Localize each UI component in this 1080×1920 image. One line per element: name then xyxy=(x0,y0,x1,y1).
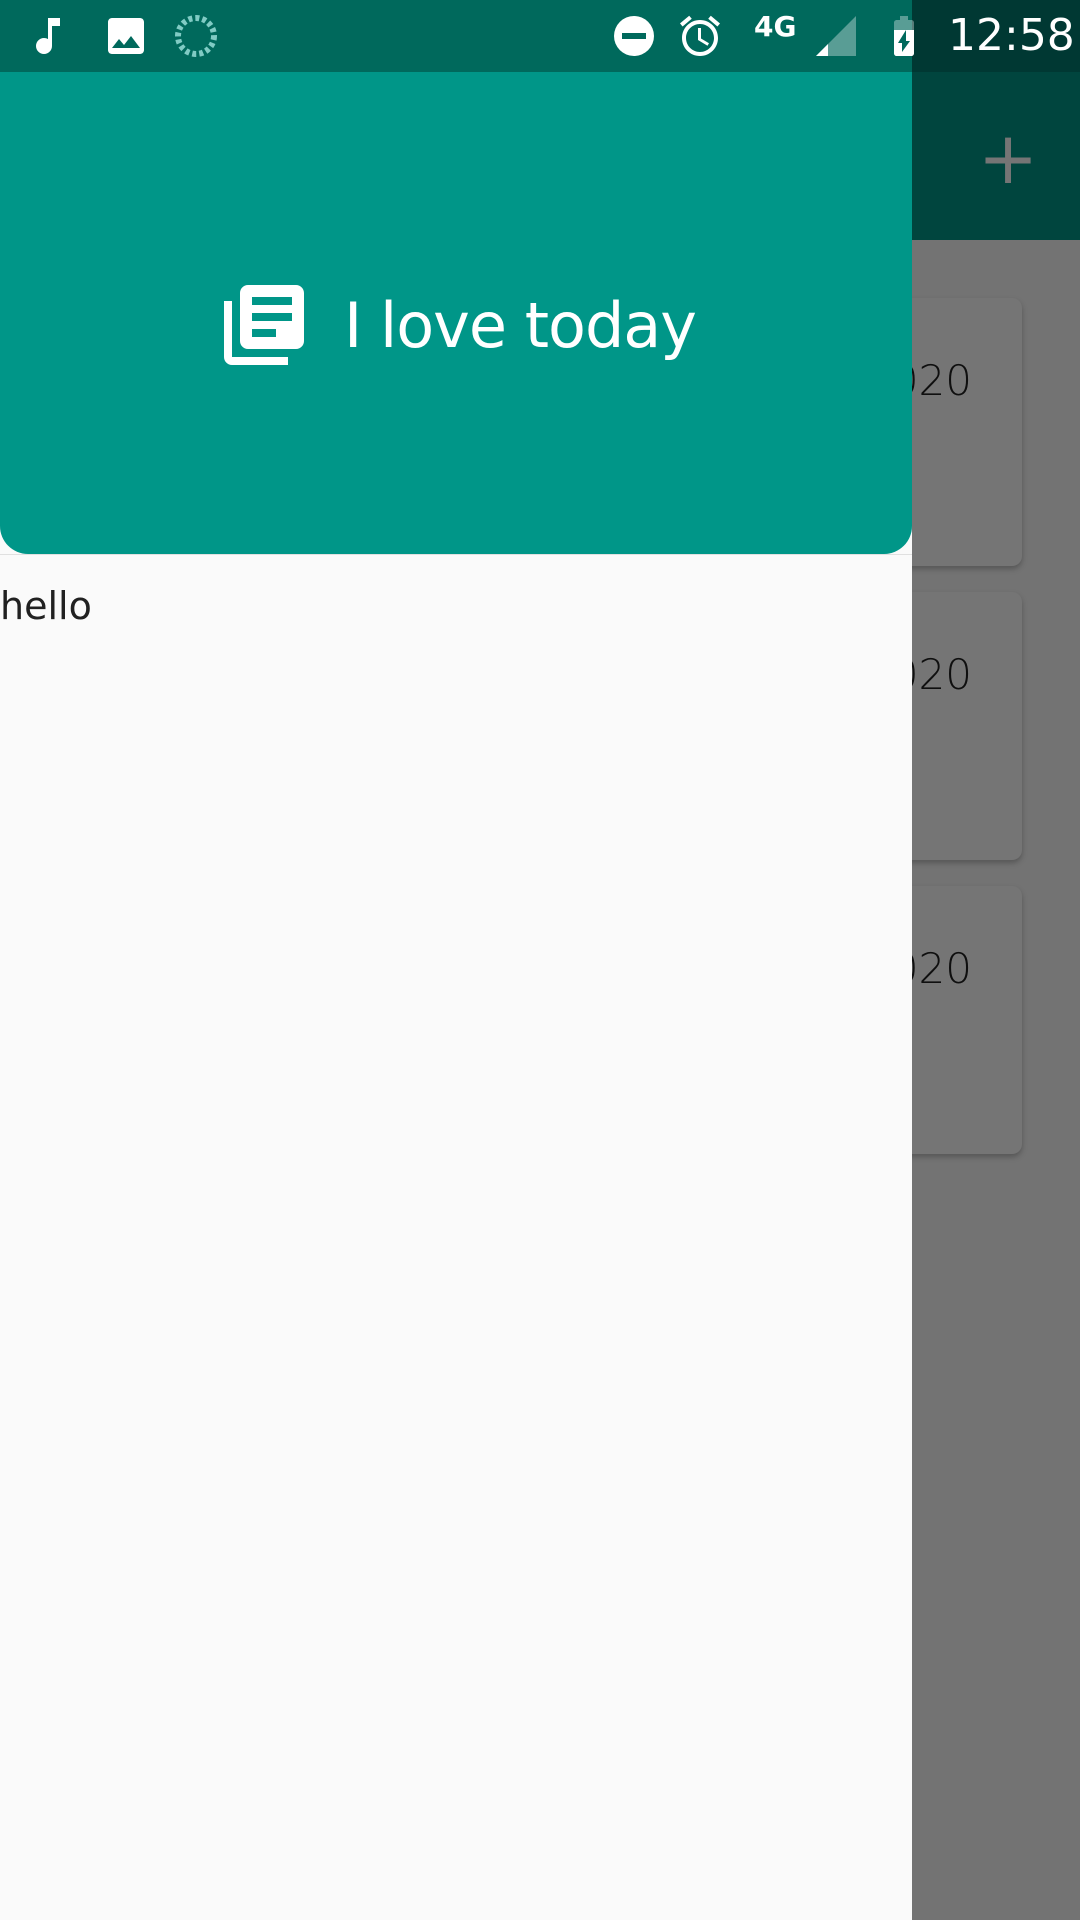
signal-icon xyxy=(816,16,856,56)
library-books-icon xyxy=(224,285,304,365)
drawer-header: I love today xyxy=(0,0,912,554)
navigation-drawer: I love today hello xyxy=(0,0,912,1920)
sync-progress-icon xyxy=(175,15,217,57)
alarm-icon xyxy=(680,15,720,56)
network-type-label: 4G xyxy=(754,10,797,43)
drawer-title: I love today xyxy=(344,288,697,362)
drawer-divider xyxy=(0,554,912,555)
screen: + 020 020 020 I love today hello xyxy=(0,0,1080,1920)
music-note-icon xyxy=(36,18,60,54)
battery-charging-icon xyxy=(894,16,914,56)
drawer-title-row: I love today xyxy=(0,270,912,380)
status-bar: 4G 12:58 xyxy=(0,0,1080,72)
drawer-item-hello[interactable]: hello xyxy=(0,578,912,634)
do-not-disturb-icon xyxy=(614,16,654,56)
status-bar-time: 12:58 xyxy=(948,10,1075,61)
image-icon xyxy=(108,18,144,54)
